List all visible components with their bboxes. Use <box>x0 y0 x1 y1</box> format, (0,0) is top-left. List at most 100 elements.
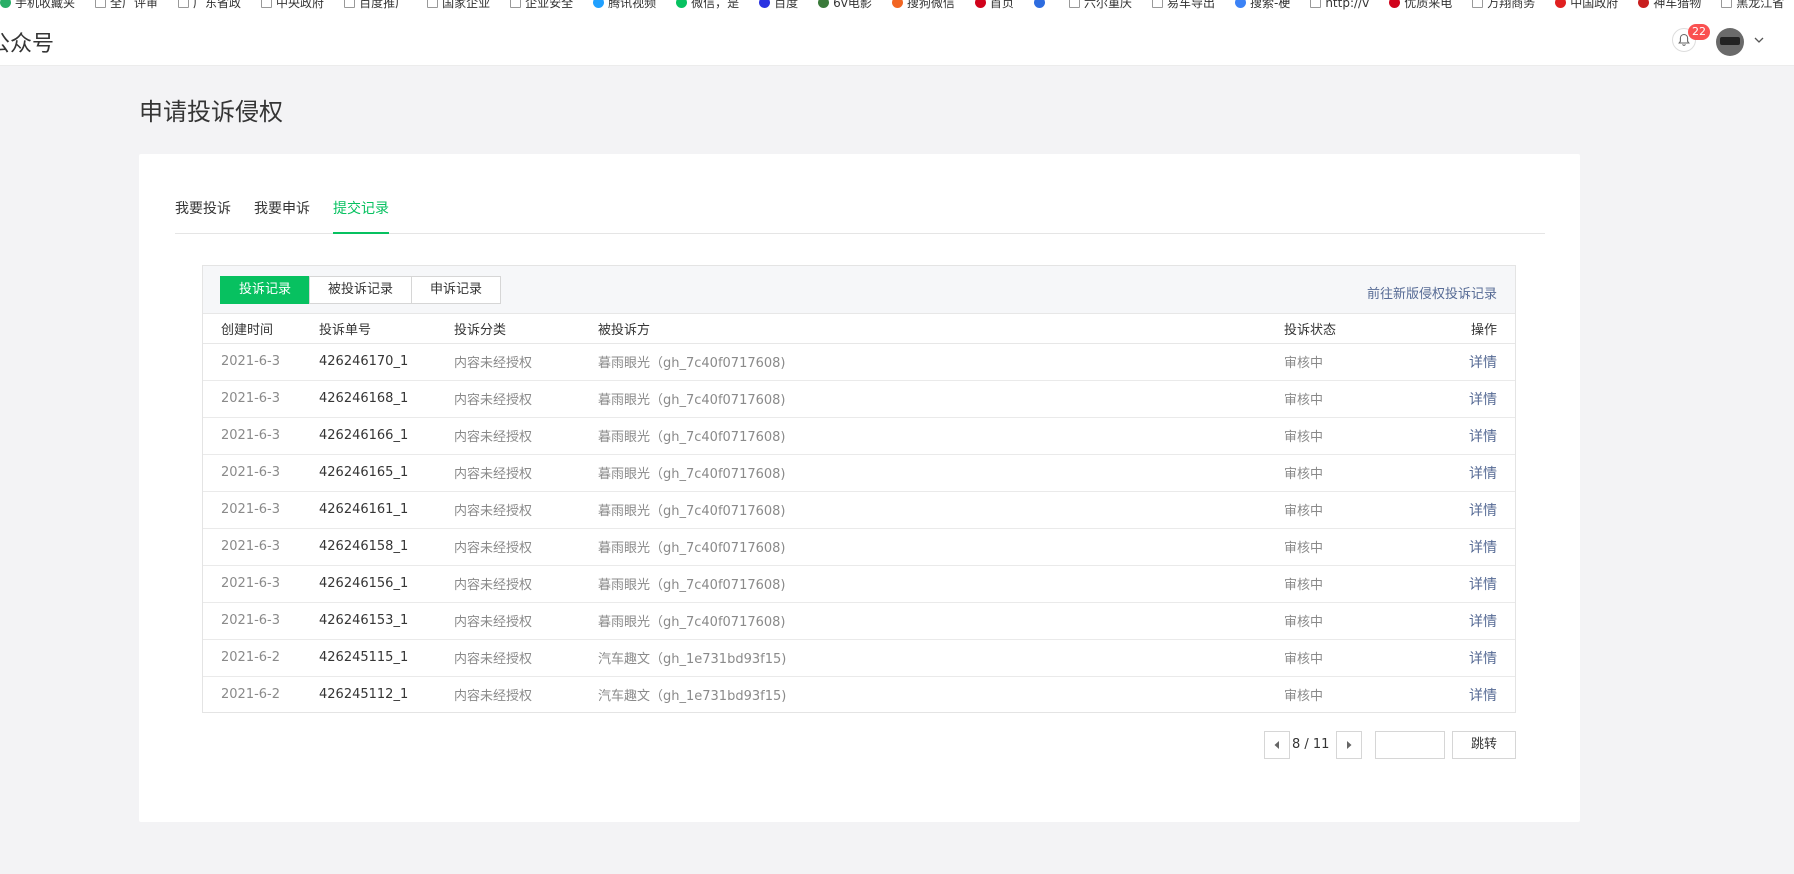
details-link[interactable]: 详情 <box>1469 688 1497 704</box>
bookmark-item[interactable]: 百度 <box>759 0 798 9</box>
details-link[interactable]: 详情 <box>1469 355 1497 371</box>
main-card: 我要投诉 我要申诉 提交记录 投诉记录 被投诉记录 申诉记录 前往新版侵权投诉记… <box>139 154 1580 822</box>
bookmark-item[interactable]: 手机收藏夹 <box>0 0 75 9</box>
avatar[interactable] <box>1716 28 1744 56</box>
page-icon <box>1721 0 1733 8</box>
page-jump-input[interactable] <box>1375 731 1445 759</box>
bookmark-item[interactable]: 六尔重庆 <box>1068 0 1132 9</box>
bookmark-label: 搜狗微信 <box>906 0 955 10</box>
bookmark-item[interactable]: 易车导出 <box>1151 0 1215 9</box>
cell-status: 审核中 <box>1284 380 1407 418</box>
bookmark-item[interactable]: 中央政府 <box>261 0 324 9</box>
table-row: 2021-6-3 426246158_1 内容未经授权 暮雨眼光（gh_7c40f07… <box>203 528 1515 566</box>
cell-complaint-no: 426246158_1 <box>319 528 454 566</box>
cell-created-time: 2021-6-3 <box>203 565 319 603</box>
cell-created-time: 2021-6-3 <box>203 380 319 418</box>
bookmark-item[interactable]: 国家企业 <box>427 0 490 9</box>
cell-action: 详情 <box>1406 343 1515 381</box>
bookmark-item[interactable]: 企业安全 <box>510 0 574 10</box>
tab-complain[interactable]: 我要投诉 <box>175 198 231 234</box>
cell-status: 审核中 <box>1284 689 1324 705</box>
details-link[interactable]: 详情 <box>1469 577 1497 593</box>
bookmark-item[interactable]: 万翔商务 <box>1472 0 1535 9</box>
bookmark-label: 优质来电 <box>1404 0 1453 10</box>
page-icon <box>178 0 190 8</box>
page-indicator: 8 / 11 <box>1292 737 1330 752</box>
details-link[interactable]: 详情 <box>1469 614 1497 630</box>
cell-created-time: 2021-6-3 <box>203 602 319 640</box>
cell-category: 内容未经授权 <box>454 343 598 381</box>
bookmark-label: 腾讯视频 <box>608 0 657 10</box>
page-jump-button[interactable]: 跳转 <box>1452 731 1516 759</box>
cell-category: 内容未经授权 <box>454 417 598 455</box>
next-page-button[interactable] <box>1336 731 1362 759</box>
cell-respondent: 暮雨眼光（gh_7c40f0717608) <box>598 602 1284 640</box>
details-link[interactable]: 详情 <box>1469 429 1497 445</box>
column-header-complaint-no: 投诉单号 <box>319 314 454 344</box>
cell-action: 详情 <box>1406 454 1515 492</box>
bookmark-item[interactable]: 腾讯视频 <box>593 0 657 10</box>
bookmark-item[interactable]: 微信，是 <box>676 0 739 9</box>
column-header-status: 投诉状态 <box>1284 314 1407 344</box>
bookmark-item[interactable]: 广东省政 <box>178 0 241 9</box>
table-row: 2021-6-3 426246165_1 内容未经授权 暮雨眼光（gh_7c40f07… <box>203 454 1515 492</box>
column-header-created-time: 创建时间 <box>203 314 319 344</box>
cell-status: 审核中 <box>1284 602 1407 640</box>
details-link[interactable]: 详情 <box>1469 651 1497 667</box>
prev-page-button[interactable] <box>1264 731 1290 759</box>
details-link[interactable]: 详情 <box>1469 392 1497 408</box>
cell-action: 详情 <box>1406 380 1515 418</box>
new-version-records-link[interactable]: 前往新版侵权投诉记录 <box>1367 283 1497 302</box>
segment-complaint-records[interactable]: 投诉记录 <box>220 276 311 304</box>
table-row: 2021-6-2 426245115_1 内容未经授权 汽车趣文（gh_1e731bd… <box>203 639 1515 677</box>
bookmark-label: 企业安全 <box>525 0 574 10</box>
cell-category: 内容未经授权 <box>454 380 598 418</box>
bookmark-item[interactable]: 搜狗微信 <box>891 0 955 10</box>
bookmark-item[interactable]: 百度推广 <box>344 0 407 9</box>
bookmark-item[interactable]: 神车猎物 <box>1638 0 1701 9</box>
cell-created-time: 2021-6-2 <box>221 687 281 703</box>
tab-appeal[interactable]: 我要申诉 <box>254 198 310 234</box>
page-icon <box>427 0 439 8</box>
details-link[interactable]: 详情 <box>1469 466 1497 482</box>
page-title: 申请投诉侵权 <box>139 98 283 126</box>
cell-complaint-no: 426245112_1 <box>319 687 409 703</box>
cell-category: 内容未经授权 <box>454 491 598 529</box>
table-row: 2021-6-3 426246161_1 内容未经授权 暮雨眼光（gh_7c40f07… <box>203 491 1515 529</box>
bookmark-item[interactable]: 中国政府 <box>1555 0 1618 9</box>
bookmarks-bar: 手机收藏夹 全厂评审 广东省政 中央政府 百度推广 国家企业 企业安全 腾讯视频 微信，是 百度 6… <box>0 0 1794 14</box>
details-link[interactable]: 详情 <box>1469 540 1497 556</box>
tab-bar: 我要投诉 我要申诉 提交记录 <box>175 198 1545 234</box>
cell-action: 详情 <box>1406 528 1515 566</box>
table-row: 2021-6-3 426246156_1 内容未经授权 暮雨眼光（gh_7c40f07… <box>203 565 1515 603</box>
bookmark-item[interactable]: 搜索-梗 <box>1234 0 1290 9</box>
bookmark-item[interactable]: 首页 <box>974 0 1014 10</box>
details-link[interactable]: 详情 <box>1469 503 1497 519</box>
cell-respondent: 暮雨眼光（gh_7c40f0717608) <box>598 491 1284 529</box>
bookmark-item[interactable]: 优质来电 <box>1389 0 1453 10</box>
bookmark-item[interactable] <box>1033 0 1049 8</box>
bookmark-item[interactable]: 黑龙江省 <box>1721 0 1784 9</box>
page-icon <box>344 0 356 8</box>
tab-submission-records[interactable]: 提交记录 <box>333 198 389 234</box>
bookmark-label: 首页 <box>989 0 1014 10</box>
cell-complaint-no: 426246153_1 <box>319 602 454 640</box>
chevron-down-icon[interactable] <box>1753 34 1765 46</box>
segment-complained-records[interactable]: 被投诉记录 <box>309 276 413 304</box>
table-row: 2021-6-3 426246168_1 内容未经授权 暮雨眼光（gh_7c40f07… <box>203 380 1515 418</box>
search-icon <box>1234 0 1246 8</box>
bookmark-item[interactable]: http://v <box>1310 0 1369 9</box>
pagination: 8 / 11 跳转 <box>139 731 1516 761</box>
cell-action: 详情 <box>1406 417 1515 455</box>
cell-status: 审核中 <box>1284 417 1407 455</box>
cell-action: 详情 <box>1406 602 1515 640</box>
cell-status: 审核中 <box>1284 565 1407 603</box>
segment-appeal-records[interactable]: 申诉记录 <box>411 276 502 304</box>
cell-complaint-no: 426246168_1 <box>319 380 454 418</box>
brand-title[interactable]: 公众号 <box>0 26 54 58</box>
baidu-icon <box>759 0 771 8</box>
bookmark-item[interactable]: 全厂评审 <box>95 0 158 9</box>
cell-created-time: 2021-6-3 <box>203 417 319 455</box>
bookmark-item[interactable]: 6v电影 <box>818 0 872 9</box>
wechat-icon <box>676 0 688 8</box>
